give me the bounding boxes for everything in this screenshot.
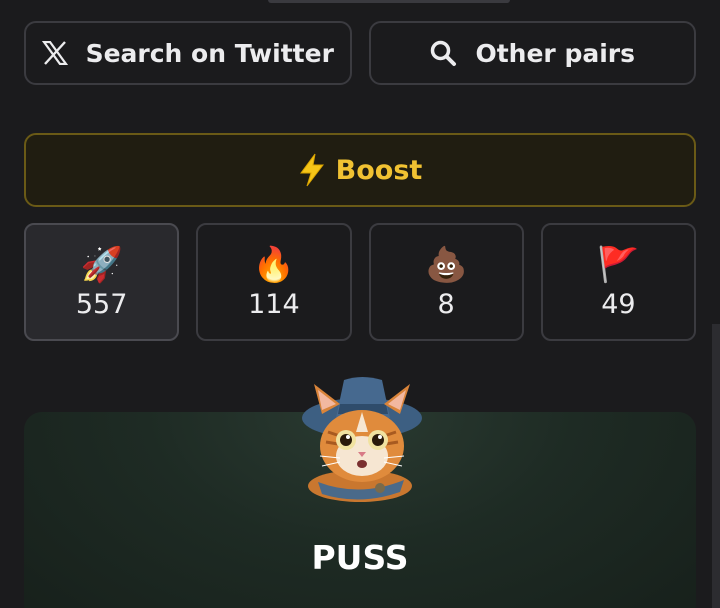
search-twitter-button[interactable]: Search on Twitter <box>24 21 352 85</box>
link-buttons: Search on Twitter Other pairs <box>24 21 696 85</box>
reaction-rocket-button[interactable]: 🚀 557 <box>24 223 180 341</box>
search-twitter-label: Search on Twitter <box>85 38 334 68</box>
token-name: PUSS <box>311 538 409 577</box>
boost-label: Boost <box>335 154 423 186</box>
token-avatar <box>302 377 422 502</box>
flag-count: 49 <box>601 288 636 320</box>
red-flag-icon: 🚩 <box>597 244 640 285</box>
token-page: Search on Twitter Other pairs Boost 🚀 55… <box>0 0 720 608</box>
rocket-count: 557 <box>75 288 128 320</box>
top-panel-edge <box>268 0 510 3</box>
fire-count: 114 <box>248 288 300 320</box>
other-pairs-button[interactable]: Other pairs <box>368 21 696 85</box>
lightning-icon <box>299 153 324 187</box>
boost-button[interactable]: Boost <box>24 133 696 207</box>
reaction-flag-button[interactable]: 🚩 49 <box>540 223 696 341</box>
reaction-fire-button[interactable]: 🔥 114 <box>196 223 352 341</box>
other-pairs-label: Other pairs <box>475 38 636 68</box>
poop-icon: 💩 <box>424 244 468 285</box>
rocket-icon: 🚀 <box>80 244 123 285</box>
poop-count: 8 <box>437 288 455 320</box>
scrollbar[interactable] <box>712 324 720 608</box>
reaction-poop-button[interactable]: 💩 8 <box>368 223 524 341</box>
fire-icon: 🔥 <box>252 244 296 285</box>
x-logo-icon <box>41 41 68 65</box>
search-icon <box>431 40 457 66</box>
reaction-bar: 🚀 557 🔥 114 💩 8 🚩 49 <box>24 223 696 341</box>
